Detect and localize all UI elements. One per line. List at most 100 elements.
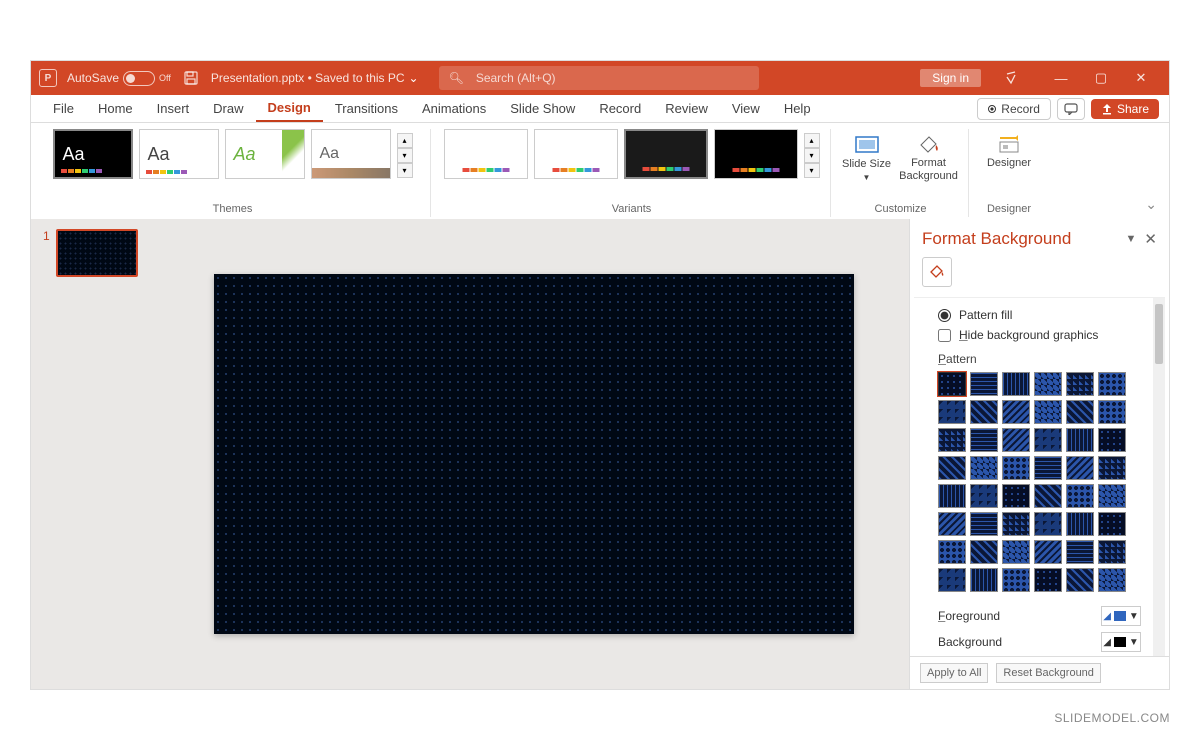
theme-gallery[interactable]: Aa (311, 129, 391, 179)
pattern-swatch[interactable] (1066, 400, 1094, 424)
collapse-ribbon-icon[interactable]: ⌄ (1145, 196, 1157, 213)
pattern-swatch[interactable] (938, 456, 966, 480)
hide-bg-input[interactable] (938, 329, 951, 342)
save-icon[interactable] (183, 70, 199, 86)
pattern-swatch[interactable] (970, 512, 998, 536)
pattern-swatch[interactable] (1002, 456, 1030, 480)
slide-size-button[interactable]: Slide Size▼ (839, 129, 895, 187)
format-background-button[interactable]: Format Background (895, 129, 963, 187)
title-dropdown-icon[interactable]: ⌄ (409, 71, 419, 85)
minimize-button[interactable]: — (1041, 71, 1081, 86)
pattern-swatch[interactable] (1066, 456, 1094, 480)
maximize-button[interactable]: ▢ (1081, 70, 1121, 86)
pattern-swatch[interactable] (938, 428, 966, 452)
pattern-swatch[interactable] (1098, 484, 1126, 508)
pattern-swatch[interactable] (970, 400, 998, 424)
reset-background-button[interactable]: Reset Background (996, 663, 1101, 683)
pane-scrollbar[interactable] (1153, 298, 1165, 656)
pattern-swatch[interactable] (938, 540, 966, 564)
pattern-swatch[interactable] (938, 512, 966, 536)
tab-design[interactable]: Design (256, 95, 323, 122)
sign-in-button[interactable]: Sign in (920, 69, 981, 87)
pattern-swatch[interactable] (1098, 540, 1126, 564)
designer-button[interactable]: Designer (981, 129, 1037, 174)
pattern-swatch[interactable] (938, 400, 966, 424)
pattern-swatch[interactable] (1066, 512, 1094, 536)
tab-home[interactable]: Home (86, 95, 145, 122)
pattern-swatch[interactable] (1002, 400, 1030, 424)
themes-scroll-down[interactable]: ▾ (397, 148, 413, 163)
fill-tab-button[interactable] (922, 257, 952, 287)
tab-review[interactable]: Review (653, 95, 720, 122)
comments-button[interactable] (1057, 98, 1085, 120)
pane-close-button[interactable]: ✕ (1144, 230, 1157, 248)
pattern-swatch[interactable] (1002, 428, 1030, 452)
pattern-swatch[interactable] (938, 568, 966, 592)
pattern-swatch[interactable] (1066, 428, 1094, 452)
share-button[interactable]: Share (1091, 99, 1159, 119)
theme-office-dark[interactable]: Aa (53, 129, 133, 179)
pattern-swatch[interactable] (1034, 456, 1062, 480)
pattern-swatch[interactable] (1098, 456, 1126, 480)
apply-to-all-button[interactable]: Apply to All (920, 663, 988, 683)
pattern-swatch[interactable] (1066, 484, 1094, 508)
variants-expand[interactable]: ▾ (804, 163, 820, 178)
mic-icon[interactable] (991, 69, 1031, 88)
pattern-fill-input[interactable] (938, 309, 951, 322)
pattern-swatch[interactable] (970, 456, 998, 480)
variant-3[interactable] (624, 129, 708, 179)
theme-facet[interactable]: Aa (225, 129, 305, 179)
pattern-swatch[interactable] (1034, 428, 1062, 452)
themes-expand[interactable]: ▾ (397, 163, 413, 178)
pattern-swatch[interactable] (938, 484, 966, 508)
pattern-swatch[interactable] (1066, 540, 1094, 564)
pattern-swatch[interactable] (938, 372, 966, 396)
pattern-swatch[interactable] (1002, 540, 1030, 564)
variant-4[interactable] (714, 129, 798, 179)
pattern-swatch[interactable] (1002, 372, 1030, 396)
tab-help[interactable]: Help (772, 95, 823, 122)
pattern-swatch[interactable] (1034, 512, 1062, 536)
slide-thumbnail-1[interactable] (56, 229, 138, 277)
variants-scroll-up[interactable]: ▴ (804, 133, 820, 148)
tab-record[interactable]: Record (587, 95, 653, 122)
pattern-swatch[interactable] (1098, 400, 1126, 424)
variant-2[interactable] (534, 129, 618, 179)
tab-animations[interactable]: Animations (410, 95, 498, 122)
close-button[interactable]: ✕ (1121, 70, 1161, 86)
pattern-swatch[interactable] (1034, 540, 1062, 564)
tab-view[interactable]: View (720, 95, 772, 122)
tab-slide-show[interactable]: Slide Show (498, 95, 587, 122)
pattern-swatch[interactable] (1002, 568, 1030, 592)
pattern-swatch[interactable] (970, 372, 998, 396)
hide-bg-checkbox[interactable]: Hide background graphics (938, 328, 1151, 342)
tab-draw[interactable]: Draw (201, 95, 255, 122)
pattern-swatch[interactable] (970, 568, 998, 592)
background-color-dropdown[interactable]: ◢▼ (1101, 632, 1141, 652)
pattern-swatch[interactable] (970, 484, 998, 508)
pane-menu-icon[interactable]: ▼ (1126, 233, 1137, 245)
pattern-swatch[interactable] (1034, 484, 1062, 508)
pattern-swatch[interactable] (1098, 372, 1126, 396)
pattern-swatch[interactable] (1002, 484, 1030, 508)
pattern-swatch[interactable] (1034, 568, 1062, 592)
pattern-fill-radio[interactable]: Pattern fill (938, 308, 1151, 322)
pattern-swatch[interactable] (1066, 568, 1094, 592)
pattern-swatch[interactable] (1002, 512, 1030, 536)
foreground-color-dropdown[interactable]: ◢▼ (1101, 606, 1141, 626)
autosave-toggle[interactable] (123, 71, 155, 86)
variants-scroll-down[interactable]: ▾ (804, 148, 820, 163)
pattern-swatch[interactable] (1098, 428, 1126, 452)
search-input[interactable]: 🔍︎ Search (Alt+Q) (439, 66, 759, 90)
themes-scroll-up[interactable]: ▴ (397, 133, 413, 148)
variant-1[interactable] (444, 129, 528, 179)
record-button[interactable]: Record (977, 98, 1051, 120)
pattern-swatch[interactable] (1034, 372, 1062, 396)
pattern-swatch[interactable] (970, 428, 998, 452)
tab-insert[interactable]: Insert (145, 95, 202, 122)
theme-office-light[interactable]: Aa (139, 129, 219, 179)
pattern-swatch[interactable] (1034, 400, 1062, 424)
slide-canvas[interactable] (214, 274, 854, 634)
pattern-swatch[interactable] (1098, 568, 1126, 592)
pattern-swatch[interactable] (970, 540, 998, 564)
